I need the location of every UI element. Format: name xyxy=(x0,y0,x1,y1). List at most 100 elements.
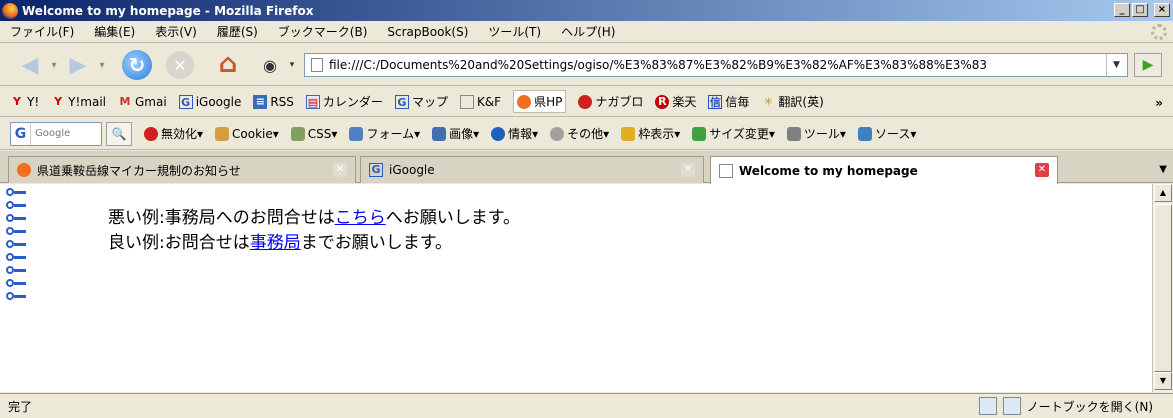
css-menu[interactable]: CSS▾ xyxy=(290,126,337,141)
forward-history-dropdown[interactable]: ▾ xyxy=(96,56,108,74)
stop-icon: ✕ xyxy=(173,55,187,75)
navigation-toolbar: ◀ ▾ ▶ ▾ ↻ ✕ ⌂ ◉ ▾ file:///C:/Documents%2… xyxy=(0,44,1173,86)
forms-menu[interactable]: フォーム▾ xyxy=(349,125,420,142)
css-icon xyxy=(290,126,305,141)
scroll-up-button[interactable]: ▲ xyxy=(1154,184,1172,202)
resize-menu[interactable]: サイズ変更▾ xyxy=(692,125,775,142)
tab-close-button[interactable]: ✕ xyxy=(333,163,347,177)
back-arrow-icon: ◀ xyxy=(21,52,39,78)
disable-menu[interactable]: 無効化▾ xyxy=(144,125,203,142)
search-button[interactable]: 🔍 xyxy=(106,121,132,146)
menu-tools[interactable]: ツール(T) xyxy=(488,23,541,40)
outline-menu[interactable]: 枠表示▾ xyxy=(621,125,680,142)
bookmark-nagaburo[interactable]: ナガブロ xyxy=(578,93,643,110)
camera-icon: ◉ xyxy=(263,55,277,75)
bookmark-calendar[interactable]: ▤ カレンダー xyxy=(305,93,383,110)
close-button[interactable]: × xyxy=(1154,3,1170,17)
chain-decoration xyxy=(6,186,34,303)
home-button[interactable]: ⌂ xyxy=(212,49,244,79)
bookmark-gmail[interactable]: M Gmai xyxy=(118,95,167,109)
apple-icon xyxy=(578,94,593,109)
bookmark-kf[interactable]: K&F xyxy=(459,94,501,109)
forward-button[interactable]: ▶ xyxy=(64,51,92,79)
sidebar-toggle-icon[interactable] xyxy=(978,397,997,415)
menu-scrapbook[interactable]: ScrapBook(S) xyxy=(387,25,468,39)
google-icon: G xyxy=(369,163,383,177)
bookmarks-toolbar: Y Y! Y Y!mail M Gmai GiGoogle ≡ RSS ▤ カレンダー G… xyxy=(0,87,1173,117)
reload-button[interactable]: ↻ xyxy=(122,50,152,80)
image-icon xyxy=(432,126,447,141)
cookie-menu[interactable]: Cookie▾ xyxy=(215,126,279,141)
tab-close-button[interactable]: ✕ xyxy=(1035,163,1049,177)
page-icon xyxy=(311,58,323,72)
screengrab-dropdown[interactable]: ▾ xyxy=(286,56,298,74)
scroll-thumb[interactable] xyxy=(1154,204,1172,372)
form-icon xyxy=(349,126,364,141)
throbber-icon xyxy=(1151,24,1167,40)
open-notebook-button[interactable]: ノートブックを開く(N) xyxy=(1027,398,1153,415)
go-button[interactable]: ▶ xyxy=(1134,53,1162,77)
bookmark-maps[interactable]: G マップ xyxy=(394,93,448,110)
google-search-input[interactable] xyxy=(31,123,101,144)
contact-link-kochira[interactable]: こちら xyxy=(335,208,386,228)
gmail-icon: M xyxy=(119,94,131,108)
stop-button[interactable]: ✕ xyxy=(166,51,194,79)
status-bar: 完了 ノートブックを開く(N) xyxy=(0,393,1173,418)
rss-icon: ≡ xyxy=(253,94,268,109)
menu-bar: ファイル(F) 編集(E) 表示(V) 履歴(S) ブックマーク(B) Scra… xyxy=(0,21,1173,43)
forward-arrow-icon: ▶ xyxy=(69,52,87,78)
view-source-menu[interactable]: ソース▾ xyxy=(857,125,916,142)
url-bar[interactable]: file:///C:/Documents%20and%20Settings/og… xyxy=(304,53,1128,77)
url-history-dropdown[interactable]: ▼ xyxy=(1106,54,1126,76)
tab-close-button[interactable]: ✕ xyxy=(681,163,695,177)
contact-link-office[interactable]: 事務局 xyxy=(250,233,301,253)
bookmark-igoogle[interactable]: GiGoogle xyxy=(178,94,241,109)
example-text: 悪い例:事務局へのお問合せはこちらへお願いします。 良い例:お問合せは事務局まで… xyxy=(108,206,520,256)
misc-menu[interactable]: その他▾ xyxy=(550,125,609,142)
bookmark-yahoo-mail[interactable]: Y Y!mail xyxy=(51,95,106,109)
google-icon: G xyxy=(11,122,31,145)
vertical-scrollbar[interactable]: ▲ ▼ xyxy=(1152,184,1173,392)
menu-history[interactable]: 履歴(S) xyxy=(217,23,258,40)
cookie-icon xyxy=(215,126,230,141)
rakuten-icon: R xyxy=(655,94,670,109)
back-button[interactable]: ◀ xyxy=(16,51,44,79)
menu-bookmarks[interactable]: ブックマーク(B) xyxy=(278,23,368,40)
pencil-icon xyxy=(621,126,636,141)
information-menu[interactable]: 情報▾ xyxy=(491,125,538,142)
bookmark-translate[interactable]: ✳ 翻訳(英) xyxy=(761,93,824,110)
notebook-icon[interactable] xyxy=(1002,397,1021,415)
maximize-button[interactable]: □ xyxy=(1132,3,1148,17)
title-bar[interactable]: Welcome to my homepage - Mozilla Firefox… xyxy=(0,0,1173,21)
bookmark-yahoo[interactable]: Y Y! xyxy=(10,95,39,109)
screengrab-button[interactable]: ◉ xyxy=(258,53,282,77)
menu-help[interactable]: ヘルプ(H) xyxy=(561,23,615,40)
tab-igoogle[interactable]: G iGoogle ✕ xyxy=(360,156,704,183)
menu-edit[interactable]: 編集(E) xyxy=(94,23,135,40)
minimize-button[interactable]: _ xyxy=(1114,3,1130,17)
bookmark-pref-hp[interactable]: 県HP xyxy=(513,90,567,113)
menu-file[interactable]: ファイル(F) xyxy=(10,23,74,40)
images-menu[interactable]: 画像▾ xyxy=(432,125,479,142)
browser-window: Welcome to my homepage - Mozilla Firefox… xyxy=(0,0,1173,418)
bookmarks-overflow-button[interactable]: » xyxy=(1155,96,1163,110)
wrench-icon xyxy=(786,126,801,141)
tools-menu[interactable]: ツール▾ xyxy=(786,125,846,142)
info-icon xyxy=(491,126,506,141)
search-icon: 🔍 xyxy=(111,126,127,141)
bookmark-rakuten[interactable]: R 楽天 xyxy=(655,93,696,110)
orange-globe-icon xyxy=(517,94,532,109)
bookmark-shinmai[interactable]: 信信毎 xyxy=(708,93,749,110)
tab-list-button[interactable]: ▼ xyxy=(1159,164,1167,175)
back-history-dropdown[interactable]: ▾ xyxy=(48,56,60,74)
tab-welcome[interactable]: Welcome to my homepage ✕ xyxy=(710,156,1058,184)
shinmai-icon: 信 xyxy=(708,94,723,109)
bookmark-rss[interactable]: ≡ RSS xyxy=(253,94,294,109)
scroll-down-button[interactable]: ▼ xyxy=(1154,372,1172,390)
web-developer-toolbar: G 🔍 無効化▾ Cookie▾ CSS▾ フォーム▾ 画像▾ 情報▾ その他▾… xyxy=(0,118,1173,150)
tab-norikura[interactable]: 県道乗鞍岳線マイカー規制のお知らせ ✕ xyxy=(8,156,356,183)
menu-view[interactable]: 表示(V) xyxy=(155,23,197,40)
good-example-line: 良い例:お問合せは事務局までお願いします。 xyxy=(108,233,453,253)
window-title: Welcome to my homepage - Mozilla Firefox xyxy=(22,3,314,18)
url-text: file:///C:/Documents%20and%20Settings/og… xyxy=(329,58,988,72)
